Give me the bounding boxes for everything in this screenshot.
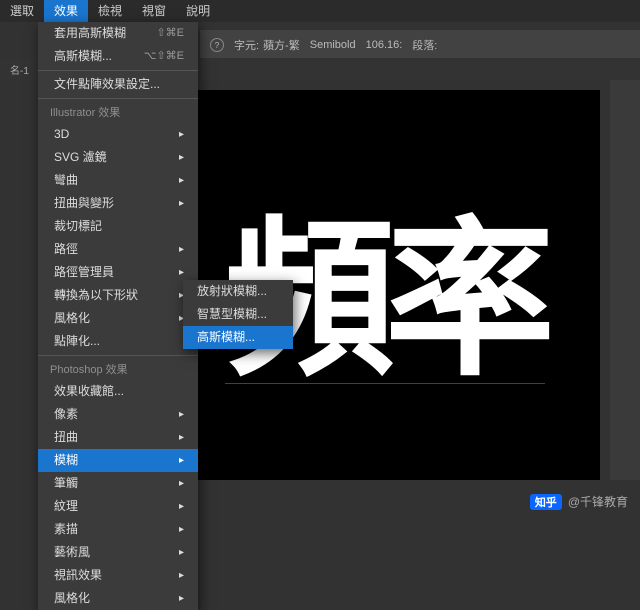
ps-pixelate[interactable]: 像素: [38, 403, 198, 426]
help-icon[interactable]: ?: [210, 38, 224, 52]
font-family[interactable]: 蘋方-繁: [263, 37, 300, 53]
ai-pathfinder[interactable]: 路徑管理員: [38, 261, 198, 284]
ai-stylize[interactable]: 風格化: [38, 307, 198, 330]
blur-submenu: 放射狀模糊... 智慧型模糊... 高斯模糊...: [183, 280, 293, 349]
ps-artistic[interactable]: 藝術風: [38, 541, 198, 564]
separator: [38, 70, 198, 71]
ai-crop-marks[interactable]: 裁切標記: [38, 215, 198, 238]
ai-distort-transform[interactable]: 扭曲與變形: [38, 192, 198, 215]
ps-texture[interactable]: 紋理: [38, 495, 198, 518]
char-label: 字元:: [234, 37, 259, 53]
font-size[interactable]: 106.16:: [366, 39, 403, 51]
ps-distort[interactable]: 扭曲: [38, 426, 198, 449]
menu-window[interactable]: 視窗: [132, 0, 176, 22]
right-panel-dock[interactable]: [610, 80, 640, 480]
watermark: 知乎 @千锋教育: [530, 493, 628, 510]
menu-help[interactable]: 說明: [176, 0, 220, 22]
menu-effect[interactable]: 效果: [44, 0, 88, 22]
ai-warp[interactable]: 彎曲: [38, 169, 198, 192]
ps-stylize[interactable]: 風格化: [38, 587, 198, 610]
ps-sketch[interactable]: 素描: [38, 518, 198, 541]
apply-last-effect[interactable]: 套用高斯模糊⇧⌘E: [38, 22, 198, 45]
menubar: 選取 效果 檢視 視窗 說明: [0, 0, 640, 22]
ps-blur[interactable]: 模糊: [38, 449, 198, 472]
ai-rasterize[interactable]: 點陣化...: [38, 330, 198, 353]
watermark-author: @千锋教育: [568, 493, 628, 510]
menu-select[interactable]: 選取: [0, 0, 44, 22]
smart-blur[interactable]: 智慧型模糊...: [183, 303, 293, 326]
effect-menu-dropdown: 套用高斯模糊⇧⌘E 高斯模糊...⌥⇧⌘E 文件點陣效果設定... Illust…: [38, 22, 198, 610]
menu-view[interactable]: 檢視: [88, 0, 132, 22]
gaussian-blur[interactable]: 高斯模糊...: [183, 326, 293, 349]
zhihu-icon: 知乎: [530, 494, 562, 510]
ai-convert-to-shape[interactable]: 轉換為以下形狀: [38, 284, 198, 307]
document-tab[interactable]: 名-1: [10, 62, 29, 77]
ai-path[interactable]: 路徑: [38, 238, 198, 261]
last-effect-options[interactable]: 高斯模糊...⌥⇧⌘E: [38, 45, 198, 68]
ai-svg-filters[interactable]: SVG 濾鏡: [38, 146, 198, 169]
options-bar: ? 字元: 蘋方-繁 Semibold 106.16: 段落:: [200, 30, 640, 60]
ps-brush-strokes[interactable]: 筆觸: [38, 472, 198, 495]
para-label: 段落:: [412, 37, 437, 53]
ai-3d[interactable]: 3D: [38, 123, 198, 146]
section-photoshop-effects: Photoshop 效果: [38, 358, 198, 380]
separator: [38, 355, 198, 356]
font-style[interactable]: Semibold: [310, 39, 356, 51]
ps-video[interactable]: 視訊效果: [38, 564, 198, 587]
ps-effect-gallery[interactable]: 效果收藏館...: [38, 380, 198, 403]
section-illustrator-effects: Illustrator 效果: [38, 101, 198, 123]
separator: [38, 98, 198, 99]
radial-blur[interactable]: 放射狀模糊...: [183, 280, 293, 303]
document-raster-settings[interactable]: 文件點陣效果設定...: [38, 73, 198, 96]
